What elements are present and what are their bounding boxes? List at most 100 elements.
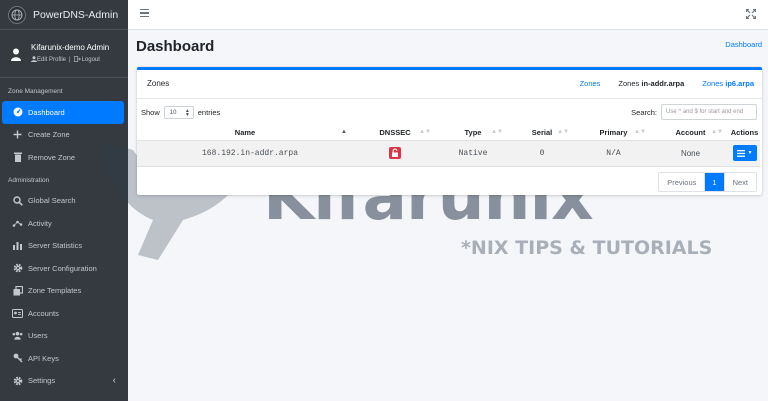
user-icon	[10, 47, 22, 61]
divider	[137, 98, 762, 99]
user-name[interactable]: Kifarunix-demo Admin	[31, 43, 109, 52]
trash-icon	[12, 152, 23, 163]
sidebar-item-label: Settings	[28, 376, 56, 386]
nav-header-zone-management: Zone Management	[8, 88, 63, 95]
sidebar-item-users[interactable]: Users	[0, 325, 128, 348]
zone-tabs: Zones Zones in-addr.arpa Zones ip6.arpa	[562, 79, 754, 88]
templates-icon	[12, 285, 23, 296]
show-label: Show	[141, 108, 160, 117]
sidebar-item-label: Remove Zone	[28, 152, 76, 162]
zone-type: Native	[437, 140, 509, 167]
sidebar-item-server-statistics[interactable]: Server Statistics	[0, 235, 128, 258]
menu-toggle-icon[interactable]	[140, 9, 149, 19]
zone-serial: 0	[509, 140, 575, 167]
sidebar-item-label: Server Configuration	[28, 263, 97, 273]
tab-zones-ip6-arpa[interactable]: Zones ip6.arpa	[702, 79, 754, 88]
column-header-name[interactable]: Name ▲	[137, 126, 353, 141]
card-title: Zones	[147, 79, 170, 88]
pagination-previous[interactable]: Previous	[659, 173, 706, 191]
logout-link[interactable]: Logout	[82, 57, 100, 63]
column-header-primary[interactable]: Primary ▲▼	[575, 126, 652, 141]
dnssec-unlock-button[interactable]	[389, 147, 401, 159]
list-icon	[736, 149, 745, 157]
zone-name-link[interactable]: 168.192.in-addr.arpa	[137, 140, 353, 167]
content-header: Dashboard Dashboard	[128, 30, 768, 67]
sidebar-item-api-keys[interactable]: API Keys	[0, 347, 128, 370]
entries-value: 10	[169, 109, 177, 116]
sort-icon: ▲▼	[491, 129, 503, 135]
entries-length-control: Show 10 ▲ ▼ entries	[141, 106, 220, 119]
app-title: PowerDNS-Admin	[33, 8, 119, 21]
sidebar: PowerDNS-Admin Kifarunix-demo Admin Edit…	[0, 0, 128, 401]
key-icon	[12, 353, 23, 364]
plus-icon	[12, 129, 23, 140]
search-input[interactable]: Use ^ and $ for start and end	[661, 104, 757, 120]
column-label: Account	[675, 128, 706, 138]
separator: |	[69, 57, 71, 63]
pagination-next[interactable]: Next	[725, 173, 756, 191]
entries-select[interactable]: 10 ▲ ▼	[163, 106, 194, 119]
entries-label: entries	[197, 108, 221, 117]
column-label: Actions	[730, 128, 759, 138]
actions-cell: ▼	[729, 140, 760, 167]
gear-icon	[12, 263, 23, 274]
tab-zones-in-addr-arpa[interactable]: Zones in-addr.arpa	[618, 79, 684, 88]
pagination-page[interactable]: 1	[705, 173, 725, 191]
watermark-subtitle: *NIX TIPS & TUTORIALS	[461, 237, 713, 259]
sidebar-item-label: Zone Templates	[28, 286, 82, 296]
brand-link[interactable]: PowerDNS-Admin	[0, 0, 128, 30]
page-title: Dashboard	[136, 38, 215, 55]
edit-profile-link[interactable]: Edit Profile	[37, 57, 66, 63]
breadcrumb[interactable]: Dashboard	[725, 40, 762, 49]
tab-prefix: Zones	[702, 79, 726, 88]
sidebar-item-zone-templates[interactable]: Zone Templates	[0, 280, 128, 303]
sort-icon: ▲▼	[711, 129, 723, 135]
column-header-dnssec[interactable]: DNSSEC ▲▼	[353, 126, 437, 141]
tab-bold: in-addr.arpa	[641, 79, 685, 88]
top-navbar	[128, 0, 768, 30]
dnssec-cell	[353, 140, 437, 167]
sidebar-item-server-configuration[interactable]: Server Configuration	[0, 257, 128, 280]
powerdns-logo	[8, 5, 26, 24]
sidebar-item-label: Server Statistics	[28, 241, 83, 251]
zone-account: None	[652, 140, 729, 167]
column-header-account[interactable]: Account ▲▼	[652, 126, 729, 141]
sidebar-item-label: Accounts	[28, 308, 59, 318]
caret-down-icon: ▼	[747, 150, 753, 156]
column-label: Name	[234, 128, 256, 138]
column-label: Primary	[599, 128, 628, 138]
column-header-actions: Actions	[729, 126, 760, 141]
sort-icon: ▲▼	[557, 129, 569, 135]
users-icon	[12, 330, 23, 341]
column-header-type[interactable]: Type ▲▼	[437, 126, 509, 141]
column-header-serial[interactable]: Serial ▲▼	[509, 126, 575, 141]
sidebar-item-label: Users	[28, 331, 48, 341]
chevron-left-icon[interactable]: ‹	[113, 375, 116, 386]
logout-icon	[73, 56, 81, 64]
sort-icon: ▲▼	[634, 129, 646, 135]
sidebar-item-label: API Keys	[28, 353, 59, 363]
tab-zones[interactable]: Zones	[580, 79, 601, 88]
gear-icon	[12, 375, 23, 386]
unlock-icon	[392, 148, 398, 157]
sidebar-item-global-search[interactable]: Global Search	[0, 190, 128, 213]
zones-card: Zones Zones Zones in-addr.arpa Zones ip6…	[137, 67, 762, 195]
sidebar-item-create-zone[interactable]: Create Zone	[0, 124, 128, 147]
sidebar-item-label: Activity	[28, 218, 52, 228]
sidebar-item-remove-zone[interactable]: Remove Zone	[0, 146, 128, 169]
sidebar-item-dashboard[interactable]: Dashboard	[2, 101, 124, 124]
fullscreen-icon[interactable]	[745, 8, 757, 20]
activity-icon	[12, 218, 23, 229]
dashboard-icon	[12, 107, 23, 118]
sidebar-item-label: Global Search	[28, 196, 76, 206]
actions-dropdown-button[interactable]: ▼	[732, 145, 757, 161]
zones-table: Name ▲ DNSSEC ▲▼ Type ▲▼ Serial ▲▼ Primary ▲▼…	[137, 126, 760, 167]
table-search: Search: Use ^ and $ for start and end	[631, 104, 757, 120]
pagination: Previous 1 Next	[658, 172, 757, 192]
sidebar-item-activity[interactable]: Activity	[0, 212, 128, 235]
user-panel: Kifarunix-demo Admin Edit Profile | Logo…	[0, 30, 128, 78]
sidebar-item-settings[interactable]: Settings ‹	[0, 370, 128, 393]
zone-primary: N/A	[575, 140, 652, 167]
tab-bold: ip6.arpa	[725, 79, 754, 88]
sidebar-item-accounts[interactable]: Accounts	[0, 302, 128, 325]
